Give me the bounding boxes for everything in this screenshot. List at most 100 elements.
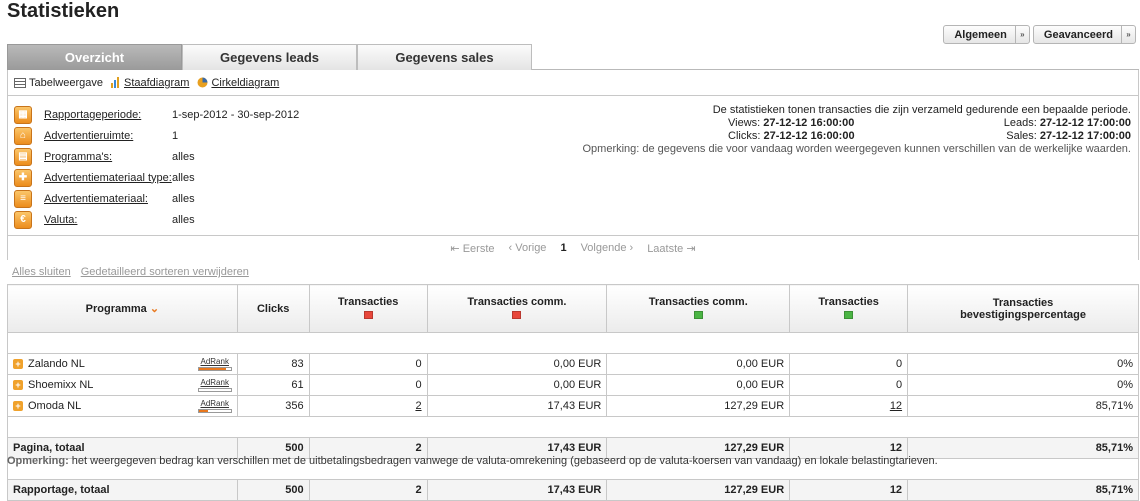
sales-label: Sales: xyxy=(1006,130,1037,142)
tab-sales[interactable]: Gegevens sales xyxy=(357,44,532,70)
adrank-badge[interactable]: AdRank xyxy=(197,399,232,414)
filter-label[interactable]: Rapportageperiode: xyxy=(44,109,141,121)
tab-overview[interactable]: Overzicht xyxy=(7,44,182,70)
filter-label[interactable]: Advertentieruimte: xyxy=(44,130,133,142)
expand-icon[interactable]: + xyxy=(13,401,23,412)
trans-open-cell: 0 xyxy=(308,374,428,396)
filter-value: 1-sep-2012 - 30-sep-2012 xyxy=(172,108,300,121)
pager-last[interactable]: Laatste ⇥ xyxy=(647,242,695,255)
filter-label[interactable]: Advertentiemateriaal: xyxy=(44,193,148,205)
leads-value: 27-12-12 17:00:00 xyxy=(1039,117,1131,129)
comm-open-cell: 0,00 EUR xyxy=(426,353,608,375)
remove-sort-link[interactable]: Gedetailleerd sorteren verwijderen xyxy=(81,266,249,278)
sales-value: 27-12-12 17:00:00 xyxy=(1039,130,1131,142)
views-label: Views: xyxy=(728,117,761,129)
clicks-cell: 356 xyxy=(236,395,310,417)
col-comm-confirmed-header[interactable]: Transacties comm. xyxy=(606,284,791,333)
program-cell: + Shoemixx NL AdRank xyxy=(7,374,238,396)
program-cell: + Omoda NL AdRank xyxy=(7,395,238,417)
clicks-label: Clicks: xyxy=(728,130,761,142)
total-label: Rapportage, totaal xyxy=(7,479,238,501)
adrank-badge[interactable]: AdRank xyxy=(197,378,232,393)
grid-icon: ▤ xyxy=(14,147,32,166)
filter-row: ⌂ Advertentieruimte: 1 xyxy=(14,125,178,146)
clicks-cell: 61 xyxy=(236,374,310,396)
pct-cell: 0% xyxy=(907,374,1139,396)
col-trans-open-header[interactable]: Transacties xyxy=(308,284,428,333)
col-trans-confirmed-header[interactable]: Transacties xyxy=(789,284,909,333)
tab-leads[interactable]: Gegevens leads xyxy=(182,44,357,70)
report-info-panel: ▦ Rapportageperiode: 1-sep-2012 - 30-sep… xyxy=(7,96,1139,236)
filter-row: ▤ Programma's: alles xyxy=(14,146,195,167)
info-note: Opmerking: de gegevens die voor vandaag … xyxy=(582,143,1131,155)
trans-confirmed-cell: 0 xyxy=(789,374,909,396)
trans-confirmed-cell: 0 xyxy=(789,353,909,375)
comm-confirmed-cell: 0,00 EUR xyxy=(606,374,791,396)
document-icon: ≡ xyxy=(14,189,32,208)
top-buttons: Algemeen » Geavanceerd » xyxy=(943,25,1136,44)
view-pie-option[interactable]: Cirkeldiagram xyxy=(197,77,279,89)
trans-open-cell[interactable]: 2 xyxy=(308,395,428,417)
filter-label[interactable]: Valuta: xyxy=(44,214,77,226)
pager-prev[interactable]: ‹ Vorige xyxy=(509,242,547,254)
pager-next[interactable]: Volgende › xyxy=(581,242,634,254)
pager-first[interactable]: ⇤ Eerste xyxy=(450,242,494,255)
expand-icon[interactable]: + xyxy=(13,359,23,370)
expand-icon[interactable]: + xyxy=(13,380,23,391)
col-comm-open-header[interactable]: Transacties comm. xyxy=(426,284,608,333)
filter-row: ≡ Advertentiemateriaal: alles xyxy=(14,188,195,209)
statistics-table: Programma ⌄ Clicks Transacties Transacti… xyxy=(7,284,1139,501)
general-dropdown-button[interactable]: Algemeen » xyxy=(943,25,1030,44)
advanced-dropdown-button[interactable]: Geavanceerd » xyxy=(1032,25,1136,44)
leads-label: Leads: xyxy=(1003,117,1037,129)
report-total-row: Rapportage, totaal 500 2 17,43 EUR 127,2… xyxy=(7,479,1139,501)
bar-chart-icon xyxy=(111,77,119,88)
adrank-badge[interactable]: AdRank xyxy=(197,357,232,372)
col-bevestiging-header[interactable]: Transacties bevestigingspercentage xyxy=(907,284,1139,333)
page-title: Statistieken xyxy=(7,0,120,22)
pct-cell: 85,71% xyxy=(907,479,1139,501)
view-pie-label: Cirkeldiagram xyxy=(211,76,280,89)
status-confirmed-icon xyxy=(844,310,854,319)
footnote-text: het weergegeven bedrag kan verschillen m… xyxy=(71,455,938,467)
view-bar-label: Staafdiagram xyxy=(124,76,190,89)
trans-confirmed-cell[interactable]: 12 xyxy=(789,395,909,417)
status-open-icon xyxy=(363,310,373,319)
filter-row: € Valuta: alles xyxy=(14,209,195,230)
tab-bar: Overzicht Gegevens leads Gegevens sales xyxy=(7,44,1139,70)
filter-value: 1 xyxy=(172,129,179,142)
filter-label[interactable]: Advertentiemateriaal type: xyxy=(44,172,172,184)
clicks-sales-row: Clicks: 27-12-12 16:00:00 Sales: 27-12-1… xyxy=(728,130,1131,143)
pct-cell: 85,71% xyxy=(907,437,1139,459)
view-options-bar: Tabelweergave Staafdiagram Cirkeldiagram xyxy=(7,70,1139,96)
col-clicks-header[interactable]: Clicks xyxy=(236,284,310,333)
col-programma-header[interactable]: Programma ⌄ xyxy=(7,284,238,333)
trans-open-cell: 2 xyxy=(308,479,428,501)
footnote: Opmerking: het weergegeven bedrag kan ve… xyxy=(7,455,938,467)
comm-confirmed-cell: 127,29 EUR xyxy=(606,395,791,417)
advanced-button-label: Geavanceerd xyxy=(1043,28,1113,41)
chevron-down-icon[interactable]: » xyxy=(1121,26,1135,43)
comm-open-cell: 17,43 EUR xyxy=(426,395,608,417)
chevron-down-icon[interactable]: » xyxy=(1014,26,1029,43)
house-icon: ⌂ xyxy=(14,126,32,145)
view-bar-option[interactable]: Staafdiagram xyxy=(111,77,189,89)
calendar-icon: ▦ xyxy=(14,105,32,124)
comm-confirmed-cell: 127,29 EUR xyxy=(606,479,791,501)
filter-row: ✚ Advertentiemateriaal type: alles xyxy=(14,167,195,188)
trans-confirmed-cell: 12 xyxy=(789,479,909,501)
general-button-label: Algemeen xyxy=(954,28,1007,41)
pager-current: 1 xyxy=(560,242,567,254)
filter-row: ▦ Rapportageperiode: 1-sep-2012 - 30-sep… xyxy=(14,104,299,125)
pct-cell: 85,71% xyxy=(907,395,1139,417)
pagination: ⇤ Eerste ‹ Vorige 1 Volgende › Laatste ⇥ xyxy=(7,236,1139,260)
views-value: 27-12-12 16:00:00 xyxy=(763,117,855,129)
comm-confirmed-cell: 0,00 EUR xyxy=(606,353,791,375)
info-summary: De statistieken tonen transacties die zi… xyxy=(582,104,1131,156)
euro-icon: € xyxy=(14,210,32,229)
table-row: + Omoda NL AdRank 356 2 17,43 EUR 127,29 … xyxy=(7,395,1139,417)
program-cell: + Zalando NL AdRank xyxy=(7,353,238,375)
close-all-link[interactable]: Alles sluiten xyxy=(12,266,71,278)
filter-label[interactable]: Programma's: xyxy=(44,151,112,163)
view-table-option[interactable]: Tabelweergave xyxy=(14,77,103,89)
